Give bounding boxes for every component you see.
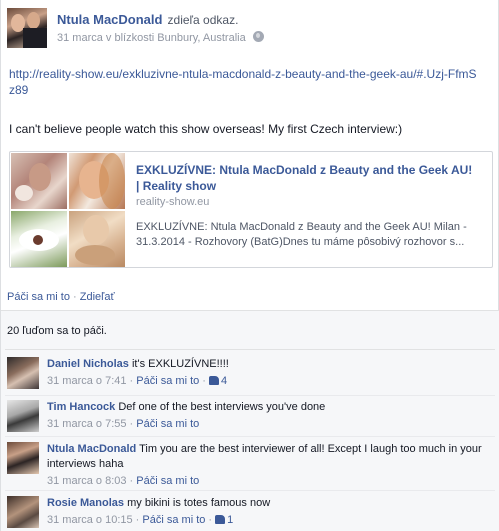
comment-like-link[interactable]: Páči sa mi to bbox=[136, 475, 199, 487]
link-thumbnail-image bbox=[11, 153, 67, 209]
comment-body: Daniel Nicholas it's EXKLUZÍVNE!!!! 31 m… bbox=[47, 357, 487, 389]
comment-meta: 31 marca o 8:03 · Páči sa mi to bbox=[47, 475, 200, 487]
comment-author[interactable]: Rosie Manolas bbox=[47, 497, 124, 509]
shared-link-card[interactable]: EXKLUZÍVNE: Ntula MacDonald z Beauty and… bbox=[9, 151, 493, 268]
comment-text: it's EXKLUZÍVNE!!!! bbox=[131, 358, 229, 370]
avatar[interactable] bbox=[7, 357, 39, 389]
divider bbox=[5, 395, 495, 396]
comment-time[interactable]: 31 marca o 10:15 bbox=[47, 514, 133, 526]
globe-icon[interactable] bbox=[252, 31, 264, 42]
comment-like-link[interactable]: Páči sa mi to bbox=[136, 375, 199, 387]
post-author-name[interactable]: Ntula MacDonald bbox=[57, 12, 162, 27]
author-avatar[interactable] bbox=[7, 8, 47, 48]
comment-meta: 31 marca o 7:41 · Páči sa mi to · 4 bbox=[47, 375, 228, 387]
comment-meta: 31 marca o 10:15 · Páči sa mi to · 1 bbox=[47, 514, 234, 526]
post-header-text: Ntula MacDonald zdieľa odkaz. 31 marca v… bbox=[57, 12, 487, 44]
thumbs-up-icon bbox=[209, 376, 220, 385]
link-thumbnail-image bbox=[69, 153, 125, 209]
comment-text: my bikini is totes famous now bbox=[127, 497, 271, 509]
post-action-bar: Páči sa mi to · Zdieľať bbox=[7, 291, 115, 303]
post-action-text: zdieľa odkaz. bbox=[167, 13, 239, 27]
avatar[interactable] bbox=[7, 442, 39, 474]
post-container: Ntula MacDonald zdieľa odkaz. 31 marca v… bbox=[0, 0, 499, 531]
comment-like-link[interactable]: Páči sa mi to bbox=[136, 418, 199, 430]
comment-like-count[interactable]: 1 bbox=[215, 514, 233, 526]
post-header: Ntula MacDonald zdieľa odkaz. 31 marca v… bbox=[7, 8, 487, 50]
divider bbox=[5, 349, 495, 350]
likes-summary[interactable]: 20 ľuďom sa to páči. bbox=[7, 325, 107, 337]
divider bbox=[5, 436, 495, 437]
comment-author[interactable]: Tim Hancock bbox=[47, 401, 115, 413]
link-card-text: EXKLUZÍVNE: Ntula MacDonald z Beauty and… bbox=[136, 162, 476, 250]
like-link[interactable]: Páči sa mi to bbox=[7, 291, 70, 303]
action-separator: · bbox=[73, 291, 77, 303]
comment-like-link[interactable]: Páči sa mi to bbox=[142, 514, 205, 526]
post-date[interactable]: 31 marca v blízkosti bbox=[57, 32, 154, 44]
comment-time[interactable]: 31 marca o 8:03 bbox=[47, 475, 127, 487]
link-card-title[interactable]: EXKLUZÍVNE: Ntula MacDonald z Beauty and… bbox=[136, 162, 476, 194]
avatar[interactable] bbox=[7, 496, 39, 528]
comment-author[interactable]: Ntula MacDonald bbox=[47, 443, 136, 455]
like-count: 4 bbox=[221, 375, 228, 387]
comment-time[interactable]: 31 marca o 7:41 bbox=[47, 375, 127, 387]
link-card-domain: reality-show.eu bbox=[136, 196, 210, 208]
post-location[interactable]: Bunbury, Australia bbox=[157, 32, 245, 44]
link-thumbnail-image bbox=[69, 211, 125, 267]
comment-like-count[interactable]: 4 bbox=[209, 375, 227, 387]
like-count: 1 bbox=[227, 514, 234, 526]
link-card-description: EXKLUZÍVNE: Ntula MacDonald z Beauty and… bbox=[136, 221, 467, 248]
link-thumbnail-grid[interactable] bbox=[10, 152, 126, 268]
share-link[interactable]: Zdieľať bbox=[80, 291, 115, 303]
post-meta: 31 marca v blízkosti Bunbury, Australia bbox=[57, 31, 487, 44]
link-thumbnail-image bbox=[11, 211, 67, 267]
comment-body: Ntula MacDonald Tim you are the best int… bbox=[47, 442, 487, 489]
comment-text: Def one of the best interviews you've do… bbox=[118, 401, 326, 413]
comment-author[interactable]: Daniel Nicholas bbox=[47, 358, 129, 370]
divider bbox=[5, 490, 495, 491]
comment-body: Rosie Manolas my bikini is totes famous … bbox=[47, 496, 487, 528]
thumbs-up-icon bbox=[215, 515, 226, 524]
comments-section: 20 ľuďom sa to páči. Daniel Nicholas it'… bbox=[1, 310, 499, 531]
post-url-link[interactable]: http://reality-show.eu/exkluzivne-ntula-… bbox=[9, 66, 481, 98]
post-message: I can't believe people watch this show o… bbox=[9, 122, 403, 136]
comment-meta: 31 marca o 7:55 · Páči sa mi to bbox=[47, 418, 200, 430]
comment-time[interactable]: 31 marca o 7:55 bbox=[47, 418, 127, 430]
avatar[interactable] bbox=[7, 400, 39, 432]
comment-body: Tim Hancock Def one of the best intervie… bbox=[47, 400, 487, 432]
